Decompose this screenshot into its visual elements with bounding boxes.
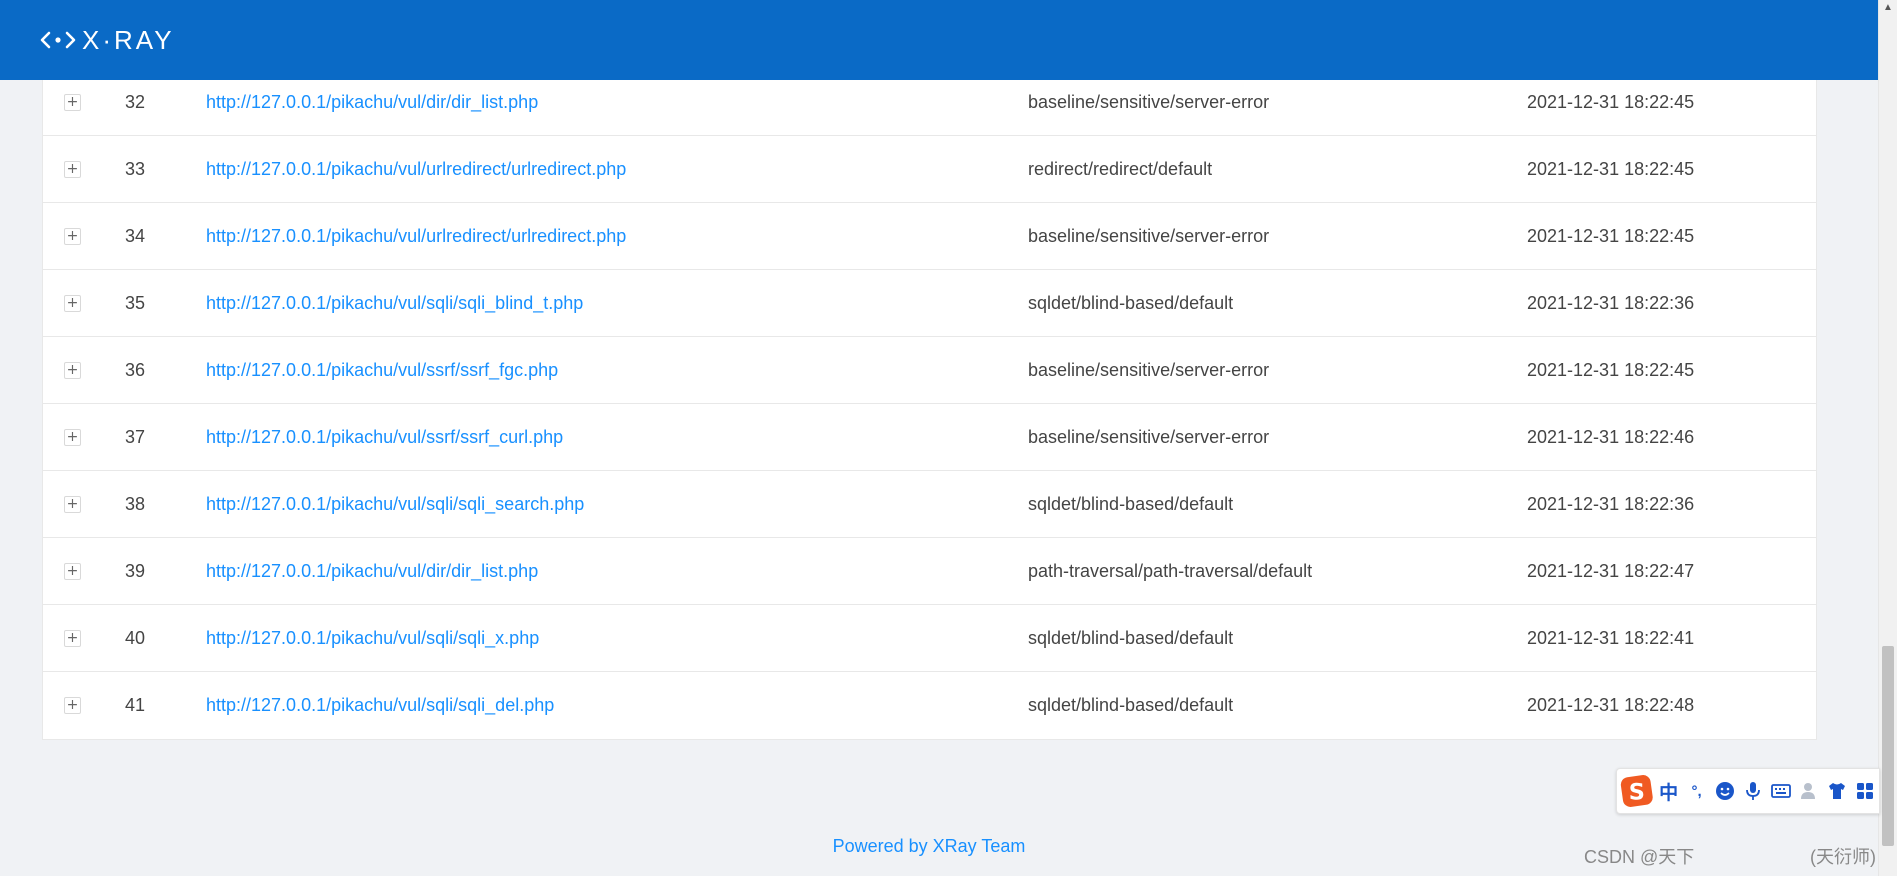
sogou-logo-icon[interactable]: S <box>1619 772 1655 810</box>
keyboard-icon[interactable] <box>1767 776 1795 806</box>
plugin-name: sqldet/blind-based/default <box>1028 293 1234 313</box>
plugin-name: sqldet/blind-based/default <box>1028 695 1234 715</box>
create-time: 2021-12-31 18:22:48 <box>1527 695 1695 715</box>
scroll-thumb[interactable] <box>1882 646 1894 846</box>
row-id: 35 <box>125 293 146 313</box>
expand-row-button[interactable]: + <box>64 697 81 714</box>
plugin-name: baseline/sensitive/server-error <box>1028 226 1270 246</box>
row-id: 33 <box>125 159 146 179</box>
expand-row-button[interactable]: + <box>64 161 81 178</box>
target-url-link[interactable]: http://127.0.0.1/pikachu/vul/sqli/sqli_s… <box>206 471 584 538</box>
create-time: 2021-12-31 18:22:45 <box>1527 360 1695 380</box>
xray-logo[interactable]: X·RAY <box>40 24 175 55</box>
expand-row-button[interactable]: + <box>64 563 81 580</box>
target-url-link[interactable]: http://127.0.0.1/pikachu/vul/dir/dir_lis… <box>206 538 538 605</box>
expand-row-button[interactable]: + <box>64 228 81 245</box>
target-url-link[interactable]: http://127.0.0.1/pikachu/vul/sqli/sqli_d… <box>206 672 554 739</box>
table-row: +35 http://127.0.0.1/pikachu/vul/sqli/sql… <box>43 270 1816 337</box>
target-url-link[interactable]: http://127.0.0.1/pikachu/vul/urlredirect… <box>206 203 626 270</box>
ime-toolbar: S 中 °, <box>1616 768 1880 814</box>
expand-row-button[interactable]: + <box>64 94 81 111</box>
row-id: 39 <box>125 561 146 581</box>
chinese-mode-toggle[interactable]: 中 <box>1655 776 1683 806</box>
table-row: +38 http://127.0.0.1/pikachu/vul/sqli/sql… <box>43 471 1816 538</box>
row-id: 40 <box>125 628 146 648</box>
create-time: 2021-12-31 18:22:36 <box>1527 494 1695 514</box>
target-url-link[interactable]: http://127.0.0.1/pikachu/vul/sqli/sqli_b… <box>206 270 583 337</box>
table-row: +36 http://127.0.0.1/pikachu/vul/ssrf/ssr… <box>43 337 1816 404</box>
row-id: 38 <box>125 494 146 514</box>
plugin-name: sqldet/blind-based/default <box>1028 628 1234 648</box>
code-brackets-icon <box>40 31 76 49</box>
vulnerability-table: +32 http://127.0.0.1/pikachu/vul/dir/dir_… <box>42 68 1817 740</box>
grid-icon[interactable] <box>1851 776 1879 806</box>
plugin-name: redirect/redirect/default <box>1028 159 1213 179</box>
vertical-scrollbar[interactable]: ▲ <box>1878 0 1897 876</box>
powered-by-link[interactable]: Powered by XRay Team <box>0 836 1858 857</box>
expand-row-button[interactable]: + <box>64 295 81 312</box>
plugin-name: baseline/sensitive/server-error <box>1028 360 1270 380</box>
table-row: +40 http://127.0.0.1/pikachu/vul/sqli/sql… <box>43 605 1816 672</box>
user-icon[interactable] <box>1795 776 1823 806</box>
create-time: 2021-12-31 18:22:46 <box>1527 427 1695 447</box>
create-time: 2021-12-31 18:22:45 <box>1527 226 1695 246</box>
row-id: 41 <box>125 695 146 715</box>
shirt-icon[interactable] <box>1823 776 1851 806</box>
table-row: +39 http://127.0.0.1/pikachu/vul/dir/dir_… <box>43 538 1816 605</box>
table-row: +37 http://127.0.0.1/pikachu/vul/ssrf/ssr… <box>43 404 1816 471</box>
create-time: 2021-12-31 18:22:36 <box>1527 293 1695 313</box>
csdn-watermark: CSDN @天下 <box>1584 847 1695 867</box>
create-time: 2021-12-31 18:22:47 <box>1527 561 1695 581</box>
logo-text: X·RAY <box>82 24 175 55</box>
scroll-up-arrow-icon[interactable]: ▲ <box>1882 2 1894 14</box>
author-watermark: (天衍师) <box>1810 847 1876 867</box>
expand-row-button[interactable]: + <box>64 429 81 446</box>
microphone-icon[interactable] <box>1739 776 1767 806</box>
target-url-link[interactable]: http://127.0.0.1/pikachu/vul/urlredirect… <box>206 136 626 203</box>
emoji-icon[interactable] <box>1711 776 1739 806</box>
plugin-name: path-traversal/path-traversal/default <box>1028 561 1313 581</box>
expand-row-button[interactable]: + <box>64 362 81 379</box>
row-id: 37 <box>125 427 146 447</box>
table-row: +33 http://127.0.0.1/pikachu/vul/urlredir… <box>43 136 1816 203</box>
row-id: 34 <box>125 226 146 246</box>
plugin-name: baseline/sensitive/server-error <box>1028 427 1270 447</box>
plugin-name: sqldet/blind-based/default <box>1028 494 1234 514</box>
page: X·RAY +32 http://127.0.0.1/pikachu/vul/di… <box>0 0 1897 876</box>
expand-row-button[interactable]: + <box>64 496 81 513</box>
create-time: 2021-12-31 18:22:45 <box>1527 159 1695 179</box>
table-row: +34 http://127.0.0.1/pikachu/vul/urlredir… <box>43 203 1816 270</box>
sogou-logo-letter: S <box>1629 779 1645 805</box>
app-header: X·RAY <box>0 0 1878 80</box>
target-url-link[interactable]: http://127.0.0.1/pikachu/vul/ssrf/ssrf_f… <box>206 337 558 404</box>
target-url-link[interactable]: http://127.0.0.1/pikachu/vul/sqli/sqli_x… <box>206 605 539 672</box>
table-row: +41 http://127.0.0.1/pikachu/vul/sqli/sql… <box>43 672 1816 739</box>
punctuation-toggle[interactable]: °, <box>1683 776 1711 806</box>
create-time: 2021-12-31 18:22:41 <box>1527 628 1695 648</box>
expand-row-button[interactable]: + <box>64 630 81 647</box>
row-id: 36 <box>125 360 146 380</box>
target-url-link[interactable]: http://127.0.0.1/pikachu/vul/ssrf/ssrf_c… <box>206 404 563 471</box>
